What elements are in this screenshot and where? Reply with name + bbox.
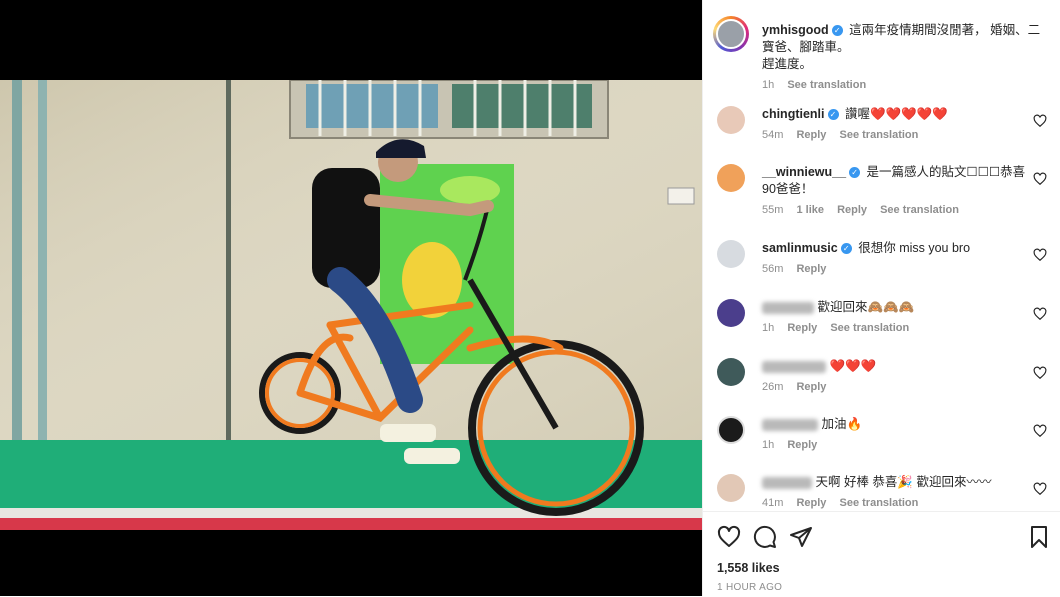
comment-meta: 1h Reply See translation bbox=[762, 320, 1027, 337]
author-username[interactable]: ymhisgood bbox=[762, 23, 829, 37]
reply-button[interactable]: Reply bbox=[837, 204, 867, 216]
comment-time[interactable]: 1h bbox=[762, 439, 774, 451]
post-side-panel: ymhisgood ✓ 這兩年疫情期間沒閒著， 婚姻、二寶爸、腳踏車。 趕進度。 … bbox=[702, 0, 1060, 596]
commenter-avatar[interactable] bbox=[717, 474, 745, 502]
see-translation-link[interactable]: See translation bbox=[840, 497, 919, 509]
commenter-username[interactable]: __winniewu__ bbox=[762, 165, 846, 179]
comment-time[interactable]: 54m bbox=[762, 129, 783, 141]
commenter-username[interactable]: chingtienli bbox=[762, 107, 825, 121]
blurred-username bbox=[762, 360, 826, 373]
comment-meta: 55m 1 like Reply See translation bbox=[762, 202, 1027, 219]
comment-meta: 41m Reply See translation bbox=[762, 495, 1027, 511]
paper-plane-icon[interactable] bbox=[789, 525, 813, 549]
comment-list[interactable]: chingtienli ✓ 讚喔❤️❤️❤️❤️❤️ 54m Reply See … bbox=[703, 96, 1060, 511]
comment-like-heart-icon[interactable] bbox=[1033, 172, 1047, 186]
comment-text: 歡迎回來🙈🙈🙈 bbox=[817, 300, 915, 314]
comment-text: 加油🔥 bbox=[821, 417, 863, 431]
comment-like-heart-icon[interactable] bbox=[1033, 114, 1047, 128]
reply-button[interactable]: Reply bbox=[796, 263, 826, 275]
post-timestamp[interactable]: 1 HOUR AGO bbox=[717, 582, 782, 593]
commenter-avatar[interactable] bbox=[717, 240, 745, 268]
commenter-avatar[interactable] bbox=[717, 164, 745, 192]
comment-like-heart-icon[interactable] bbox=[1033, 424, 1047, 438]
commenter-avatar[interactable] bbox=[717, 299, 745, 327]
comment-time[interactable]: 1h bbox=[762, 322, 774, 334]
commenter-avatar[interactable] bbox=[717, 358, 745, 386]
caption-time[interactable]: 1h bbox=[762, 79, 774, 91]
comment-text: ❤️❤️❤️ bbox=[829, 359, 877, 373]
heart-outline-icon[interactable] bbox=[717, 525, 741, 549]
verified-icon: ✓ bbox=[831, 25, 843, 36]
see-translation-link[interactable]: See translation bbox=[880, 204, 959, 216]
see-translation-link[interactable]: See translation bbox=[840, 129, 919, 141]
commenter-avatar[interactable] bbox=[717, 416, 745, 444]
comment-bubble-icon[interactable] bbox=[753, 525, 777, 549]
comment-time[interactable]: 55m bbox=[762, 204, 783, 216]
comment-like-heart-icon[interactable] bbox=[1033, 482, 1047, 496]
verified-icon: ✓ bbox=[827, 109, 839, 120]
caption-see-translation[interactable]: See translation bbox=[787, 79, 866, 91]
blurred-username bbox=[762, 476, 812, 489]
comment-text: 天啊 好棒 恭喜🎉 歡迎回來〰〰 bbox=[815, 475, 992, 489]
reply-button[interactable]: Reply bbox=[787, 322, 817, 334]
author-avatar[interactable] bbox=[713, 16, 749, 52]
post-media[interactable] bbox=[0, 0, 702, 596]
commenter-username[interactable]: samlinmusic bbox=[762, 241, 838, 255]
comment-time[interactable]: 26m bbox=[762, 381, 783, 393]
comment-meta: 26m Reply bbox=[762, 379, 1027, 396]
comment-like-heart-icon[interactable] bbox=[1033, 307, 1047, 321]
reply-button[interactable]: Reply bbox=[787, 439, 817, 451]
reply-button[interactable]: Reply bbox=[796, 381, 826, 393]
commenter-avatar[interactable] bbox=[717, 106, 745, 134]
comment-text: 讚喔❤️❤️❤️❤️❤️ bbox=[844, 107, 948, 121]
post-photo bbox=[0, 80, 702, 530]
comment-time[interactable]: 41m bbox=[762, 497, 783, 509]
comment-text: 很想你 miss you bro bbox=[858, 241, 971, 255]
blurred-username bbox=[762, 301, 814, 314]
caption-line2: 趕進度。 bbox=[762, 57, 813, 71]
verified-icon: ✓ bbox=[840, 243, 852, 254]
verified-icon: ✓ bbox=[849, 167, 861, 178]
reply-button[interactable]: Reply bbox=[796, 129, 826, 141]
comment-likes-count[interactable]: 1 like bbox=[796, 204, 824, 216]
caption-meta: 1h See translation bbox=[762, 77, 1052, 94]
comment-meta: 54m Reply See translation bbox=[762, 127, 1027, 144]
comment-meta: 56m Reply bbox=[762, 261, 1027, 278]
comment-like-heart-icon[interactable] bbox=[1033, 248, 1047, 262]
post-actions-bar: 1,558 likes 1 HOUR AGO bbox=[703, 511, 1060, 597]
reply-button[interactable]: Reply bbox=[796, 497, 826, 509]
comment-meta: 1h Reply bbox=[762, 437, 1027, 454]
comment-time[interactable]: 56m bbox=[762, 263, 783, 275]
comment-like-heart-icon[interactable] bbox=[1033, 366, 1047, 380]
bookmark-icon[interactable] bbox=[1027, 525, 1051, 549]
blurred-username bbox=[762, 418, 818, 431]
see-translation-link[interactable]: See translation bbox=[830, 322, 909, 334]
caption-text: ymhisgood ✓ 這兩年疫情期間沒閒著， 婚姻、二寶爸、腳踏車。 趕進度。 … bbox=[762, 22, 1052, 94]
likes-count[interactable]: 1,558 likes bbox=[717, 561, 780, 575]
